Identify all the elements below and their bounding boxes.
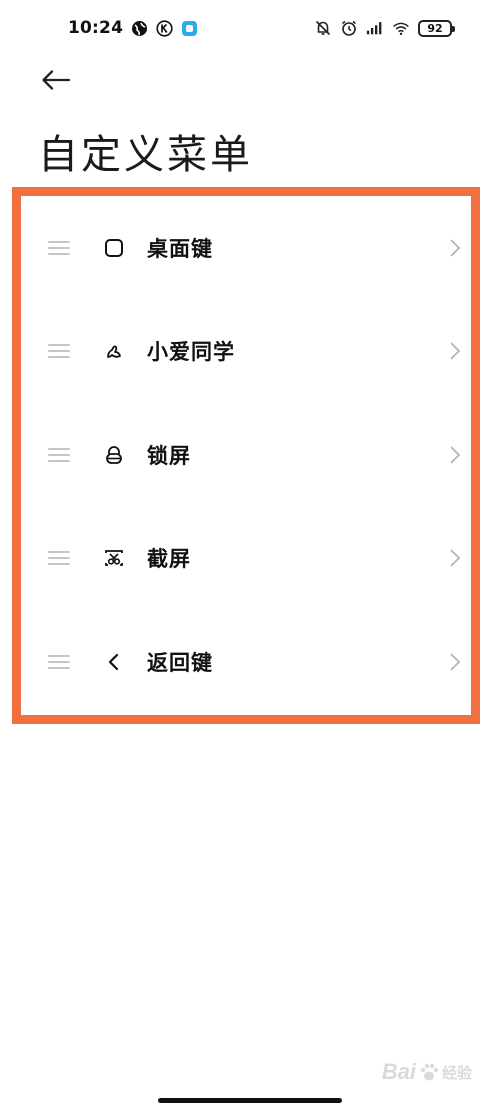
drag-handle-icon[interactable] bbox=[48, 240, 70, 255]
status-time: 10:24 bbox=[68, 18, 124, 38]
screenshot-scissors-icon bbox=[103, 547, 125, 569]
battery-level: 92 bbox=[427, 21, 443, 35]
status-bar-left: 10:24 bbox=[68, 18, 198, 38]
menu-item-label: 锁屏 bbox=[147, 443, 191, 468]
paw-icon bbox=[420, 1063, 439, 1081]
home-indicator[interactable] bbox=[158, 1098, 342, 1103]
chevron-right-icon bbox=[447, 651, 463, 673]
alarm-icon bbox=[340, 19, 358, 37]
app-square-icon bbox=[180, 19, 198, 37]
signal-icon bbox=[366, 19, 384, 37]
chevron-right-icon bbox=[447, 340, 463, 362]
drag-handle-icon[interactable] bbox=[48, 551, 70, 566]
chevron-right-icon bbox=[447, 547, 463, 569]
wifi-icon bbox=[392, 19, 410, 37]
chevron-right-icon bbox=[447, 237, 463, 259]
square-outline-icon bbox=[103, 237, 125, 259]
menu-item-label: 桌面键 bbox=[147, 236, 213, 261]
globe-icon bbox=[130, 19, 148, 37]
drag-handle-icon[interactable] bbox=[48, 654, 70, 669]
status-bar: 10:24 92 bbox=[0, 0, 500, 56]
menu-item-back-key[interactable]: 返回键 bbox=[21, 610, 471, 714]
drag-handle-icon[interactable] bbox=[48, 344, 70, 359]
menu-item-label: 返回键 bbox=[147, 650, 213, 675]
arrow-left-icon bbox=[42, 70, 71, 90]
back-button[interactable] bbox=[36, 62, 76, 98]
status-bar-right: 92 bbox=[314, 19, 455, 37]
chevron-left-icon bbox=[103, 651, 125, 673]
lock-icon bbox=[103, 444, 125, 466]
mute-bell-icon bbox=[314, 19, 332, 37]
watermark-tail: 经验 bbox=[441, 1064, 472, 1082]
drag-handle-icon[interactable] bbox=[48, 447, 70, 462]
k-circle-icon bbox=[155, 19, 173, 37]
menu-item-screenshot[interactable]: 截屏 bbox=[21, 507, 471, 611]
battery-icon: 92 bbox=[418, 19, 455, 37]
chevron-right-icon bbox=[447, 444, 463, 466]
menu-item-lock-screen[interactable]: 锁屏 bbox=[21, 403, 471, 507]
menu-item-home[interactable]: 桌面键 bbox=[21, 196, 471, 300]
page-title: 自定义菜单 bbox=[38, 132, 253, 178]
menu-item-label: 截屏 bbox=[147, 547, 191, 572]
menu-item-xiaoai[interactable]: 小爱同学 bbox=[21, 300, 471, 404]
baidu-watermark: Bai 经验 bbox=[382, 1059, 472, 1085]
menu-list: 桌面键 小爱同学 锁屏 截屏 返回键 bbox=[21, 196, 471, 714]
xiaoai-icon bbox=[103, 340, 125, 362]
watermark-brand: Bai bbox=[381, 1059, 416, 1084]
menu-item-label: 小爱同学 bbox=[147, 340, 235, 365]
